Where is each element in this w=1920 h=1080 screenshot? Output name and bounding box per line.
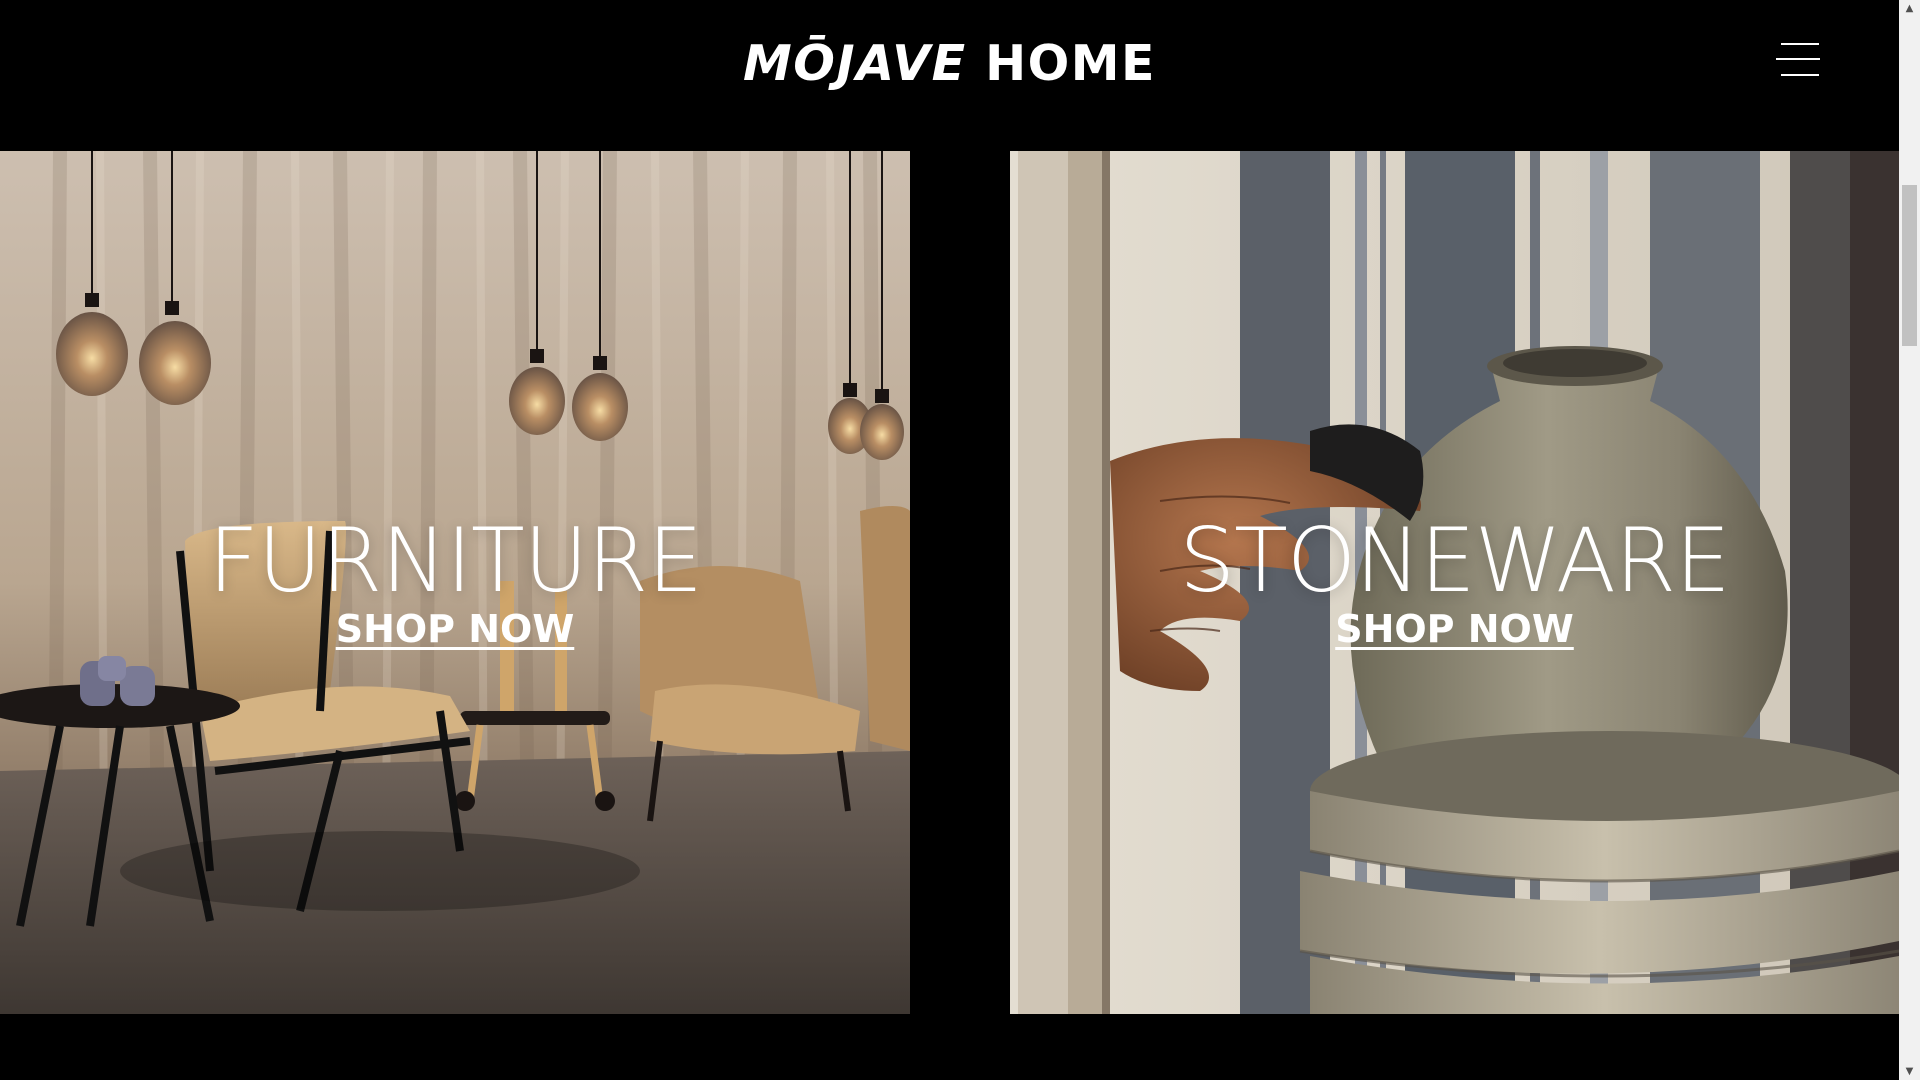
category-title: FURNITURE xyxy=(208,509,703,612)
scroll-up-icon[interactable]: ▲ xyxy=(1899,0,1920,17)
menu-bar-bottom xyxy=(1781,74,1819,76)
card-overlay: FURNITURE SHOP NOW xyxy=(0,151,910,1014)
vertical-scrollbar[interactable]: ▲ ▼ xyxy=(1899,0,1920,1080)
scroll-down-icon[interactable]: ▼ xyxy=(1899,1063,1920,1080)
category-card-stoneware[interactable]: STONEWARE SHOP NOW xyxy=(1010,151,1899,1014)
brand-logo[interactable]: MŌJAVE HOME xyxy=(0,30,1899,98)
menu-bar-top xyxy=(1781,43,1819,45)
hamburger-menu-icon[interactable] xyxy=(1774,40,1822,80)
shop-now-link[interactable]: SHOP NOW xyxy=(1010,601,1899,657)
brand-name-regular: HOME xyxy=(966,35,1157,92)
card-overlay: STONEWARE SHOP NOW xyxy=(1010,151,1899,1014)
shop-now-link[interactable]: SHOP NOW xyxy=(0,601,910,657)
site-header: MŌJAVE HOME xyxy=(0,0,1899,151)
scroll-thumb[interactable] xyxy=(1902,185,1917,346)
category-card-furniture[interactable]: FURNITURE SHOP NOW xyxy=(0,151,910,1014)
category-title: STONEWARE xyxy=(1179,509,1730,612)
brand-name-italic: MŌJAVE xyxy=(742,35,967,92)
menu-bar-middle xyxy=(1776,58,1820,60)
